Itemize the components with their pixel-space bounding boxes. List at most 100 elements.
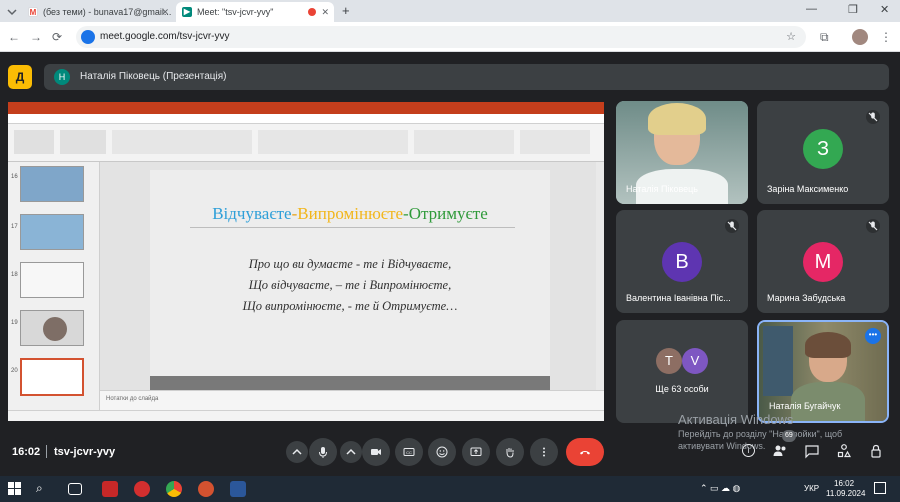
captions-button[interactable]: CC [395, 438, 423, 466]
participant-name: Наталія Піковець [626, 184, 698, 194]
mic-off-icon [725, 219, 739, 233]
people-count-badge: 69 [782, 430, 796, 442]
more-options-icon[interactable]: ••• [865, 328, 881, 344]
new-tab-button[interactable]: + [342, 3, 350, 18]
more-options-button[interactable] [530, 438, 558, 466]
extensions-icon[interactable]: ⧉ [820, 30, 829, 45]
windows-start-icon[interactable] [8, 482, 22, 501]
thumb-number: 18 [11, 272, 18, 278]
meet-icon: ▶ [182, 7, 192, 17]
powerpoint-icon[interactable] [198, 481, 214, 497]
meeting-divider [46, 445, 47, 458]
notes-placeholder: Нотатки до слайда [106, 396, 159, 402]
tab-gmail[interactable]: M (без теми) - bunava17@gmail... ✕ [22, 2, 174, 22]
raise-hand-button[interactable] [496, 438, 524, 466]
info-icon[interactable]: i [742, 444, 755, 457]
thumb-number: 16 [11, 174, 18, 180]
bookmark-star-icon[interactable]: ☆ [786, 26, 796, 48]
participant-avatar: Т [656, 348, 682, 374]
person-hair [648, 103, 706, 135]
opera-icon[interactable] [134, 481, 150, 497]
present-button[interactable] [462, 438, 490, 466]
slide-thumbnails-pane: 16 17 18 19 20 [8, 162, 100, 410]
participant-avatar: V [682, 348, 708, 374]
app-icon[interactable] [102, 481, 118, 497]
clock-time[interactable]: 16:02 [834, 479, 854, 488]
word-icon[interactable] [230, 481, 246, 497]
participant-name: Марина Забудська [767, 293, 846, 303]
ribbon-group [520, 130, 590, 154]
participant-tile[interactable]: Наталія Піковець [616, 101, 748, 204]
close-window-button[interactable]: ✕ [880, 3, 889, 16]
slide-thumbnail-selected[interactable] [20, 358, 84, 396]
meeting-code: tsv-jcvr-yvy [54, 446, 116, 458]
slide-thumbnail[interactable] [20, 214, 84, 250]
presenter-avatar: Н [54, 69, 70, 85]
vertical-scrollbar[interactable] [596, 162, 604, 390]
svg-text:CC: CC [406, 450, 412, 455]
profile-avatar[interactable] [852, 29, 868, 45]
notes-pane[interactable]: Нотатки до слайда [100, 390, 604, 410]
chrome-icon[interactable] [166, 481, 182, 497]
close-icon[interactable]: ✕ [161, 7, 169, 18]
tab-gmail-label: (без теми) - bunava17@gmail... [43, 7, 172, 17]
thumb-circle [43, 317, 67, 341]
forward-icon[interactable]: → [30, 30, 42, 44]
participant-tile[interactable]: М Марина Забудська [757, 210, 889, 313]
back-icon[interactable]: ← [8, 30, 20, 44]
watermark-text: Перейдіть до розділу "Настройки", щоб [678, 429, 843, 439]
slide-title-word-2: Випромінюєте [297, 204, 404, 223]
slide-title-word-1: Відчуваєте [212, 204, 292, 223]
maximize-button[interactable]: ❐ [848, 3, 858, 16]
tray-icons[interactable]: ⌃ ▭ ☁ ◍ [700, 483, 740, 494]
minimize-button[interactable]: — [806, 3, 817, 15]
browser-toolbar: ← → ⟳ meet.google.com/tsv-jcvr-yvy ☆ ⧉ ⋮ [0, 22, 900, 52]
reload-icon[interactable]: ⟳ [52, 30, 62, 44]
bookshelf [763, 326, 793, 396]
camera-options-button[interactable] [340, 441, 362, 463]
participant-tile[interactable]: З Заріна Максименко [757, 101, 889, 204]
activities-icon[interactable] [836, 443, 852, 464]
ppt-ribbon-tabs [8, 114, 604, 124]
host-controls-icon[interactable] [868, 443, 884, 464]
mic-options-button[interactable] [286, 441, 308, 463]
slide-canvas[interactable]: Відчуваєте-Випромінюєте-Отримуєте Про що… [150, 170, 550, 392]
participant-name: Наталія Бугайчук [769, 401, 841, 411]
camera-button[interactable] [362, 438, 390, 466]
ribbon-group [60, 130, 106, 154]
browser-tab-strip: M (без теми) - bunava17@gmail... ✕ ▶ Mee… [0, 0, 900, 22]
shared-screen[interactable]: 16 17 18 19 20 Відчуваєте-Випромінюєте-О… [8, 102, 604, 421]
recording-icon [308, 8, 316, 16]
participant-tile-self[interactable]: ••• Наталія Бугайчук [757, 320, 889, 423]
chat-icon[interactable] [804, 443, 820, 464]
windows-taskbar: ⌕ ⌃ ▭ ☁ ◍ УКР 16:02 11.09.2024 [0, 476, 900, 502]
title-underline [190, 227, 515, 228]
mic-off-icon [866, 219, 880, 233]
tab-meet[interactable]: ▶ Meet: "tsv-jcvr-yvy" ✕ [176, 2, 334, 22]
search-icon[interactable]: ⌕ [36, 481, 43, 496]
site-info-icon[interactable] [81, 30, 95, 44]
task-view-icon[interactable] [68, 483, 82, 495]
slide-thumbnail[interactable] [20, 166, 84, 202]
ribbon-group [414, 130, 514, 154]
address-bar[interactable]: meet.google.com/tsv-jcvr-yvy ☆ [76, 26, 806, 48]
slide-body-line: Що випромінюєте, - те й Отримуєте… [242, 299, 458, 313]
participant-tile[interactable]: В Валентина Іванівна Піс... [616, 210, 748, 313]
clock-date[interactable]: 11.09.2024 [826, 489, 865, 498]
mic-button[interactable] [309, 438, 337, 466]
close-icon[interactable]: ✕ [321, 7, 329, 18]
ribbon-group [258, 130, 408, 154]
slide-thumbnail[interactable] [20, 262, 84, 298]
notifications-icon[interactable] [874, 482, 886, 494]
people-icon[interactable] [772, 443, 788, 464]
emoji-button[interactable] [428, 438, 456, 466]
tab-search-icon[interactable] [6, 5, 18, 17]
slide-body-line: Що відчуваєте, – те і Випромінюєте, [248, 278, 452, 292]
menu-icon[interactable]: ⋮ [880, 30, 892, 44]
keyboard-language[interactable]: УКР [804, 484, 819, 493]
participant-name: Валентина Іванівна Піс... [626, 293, 731, 303]
slide-thumbnail[interactable] [20, 310, 84, 346]
end-call-button[interactable] [566, 438, 604, 466]
more-participants-tile[interactable]: Т V Ще 63 особи [616, 320, 748, 423]
ppt-titlebar [8, 102, 604, 114]
